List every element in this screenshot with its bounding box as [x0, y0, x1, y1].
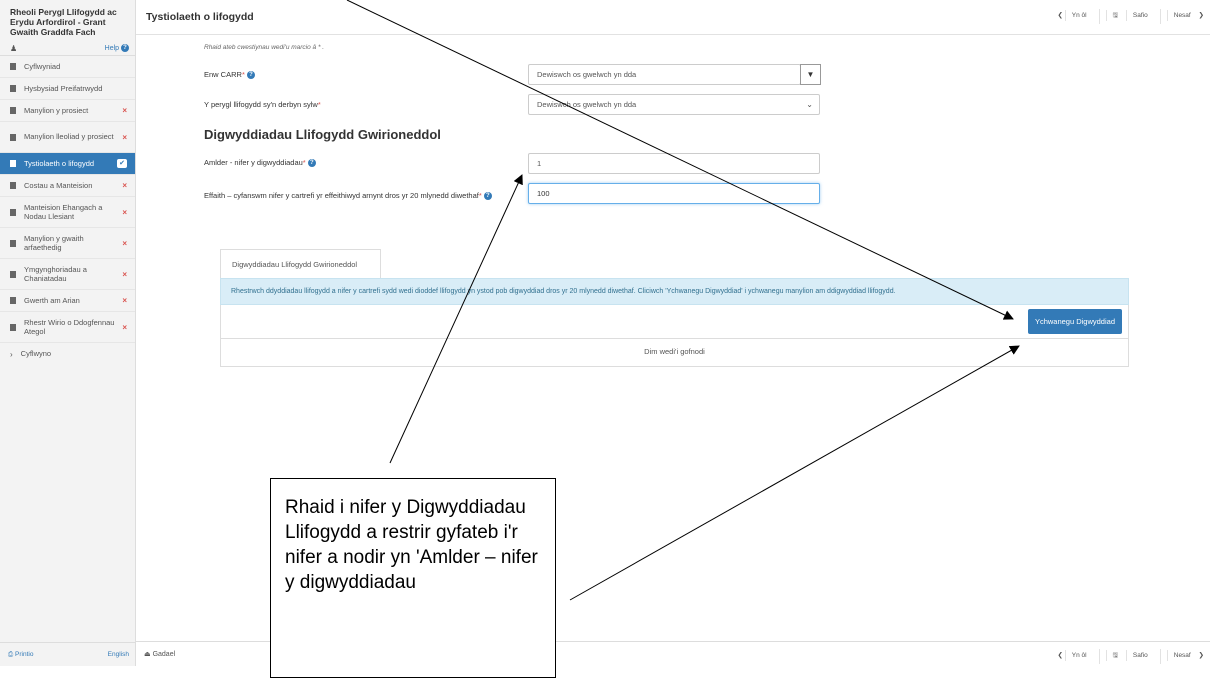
annotation-arrows [346, 0, 1020, 601]
arrow-to-add-button [346, 0, 1014, 320]
annotation-callout: Rhaid i nifer y Digwyddiadau Llifogydd a… [270, 478, 556, 678]
arrow-to-empty-row [569, 345, 1020, 601]
arrow-to-frequency [389, 174, 523, 464]
